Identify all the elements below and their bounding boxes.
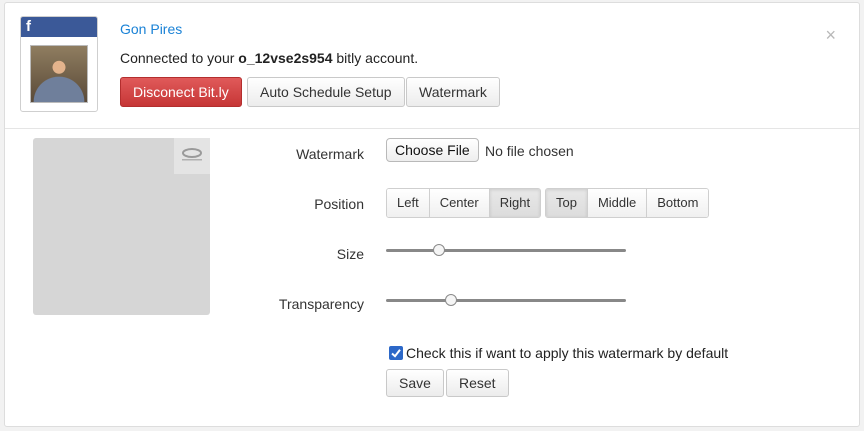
position-middle-button[interactable]: Middle [587, 189, 648, 217]
default-watermark-label: Check this if want to apply this waterma… [406, 345, 729, 361]
position-right-button[interactable]: Right [489, 189, 541, 217]
transparency-slider[interactable] [386, 294, 626, 308]
checkmark-icon [391, 349, 401, 358]
watermark-logo-icon [182, 148, 202, 161]
watermark-label: Watermark [296, 146, 364, 162]
size-slider[interactable] [386, 244, 626, 258]
transparency-label: Transparency [278, 296, 364, 312]
transparency-slider-track [386, 299, 626, 302]
position-center-button[interactable]: Center [429, 189, 490, 217]
disconnect-button[interactable]: Disconect Bit.ly [120, 77, 242, 107]
watermark-tab-button[interactable]: Watermark [406, 77, 500, 107]
no-file-chosen: No file chosen [485, 143, 574, 159]
watermark-preview [33, 138, 210, 315]
vertical-position-group: Top Middle Bottom [545, 188, 710, 218]
facebook-f-icon: f [21, 17, 97, 37]
avatar [30, 45, 88, 103]
position-left-button[interactable]: Left [387, 189, 430, 217]
auto-schedule-setup-button[interactable]: Auto Schedule Setup [247, 77, 405, 107]
close-icon[interactable]: × [825, 25, 836, 46]
account-header: f Gon Pires Connected to your o_12vse2s9… [5, 3, 859, 129]
position-bottom-button[interactable]: Bottom [647, 189, 709, 217]
choose-file-button[interactable]: Choose File [386, 138, 479, 162]
position-top-button[interactable]: Top [546, 189, 588, 217]
size-slider-thumb[interactable] [432, 244, 445, 256]
watermark-preview-mark [174, 138, 210, 174]
connection-status: Connected to your o_12vse2s954 bitly acc… [120, 50, 419, 66]
default-watermark-checkbox[interactable] [389, 346, 403, 360]
size-label: Size [336, 246, 364, 262]
horizontal-position-group: Left Center Right [386, 188, 542, 218]
reset-button[interactable]: Reset [446, 369, 509, 397]
transparency-slider-thumb[interactable] [444, 294, 457, 306]
settings-panel: f Gon Pires Connected to your o_12vse2s9… [4, 2, 860, 427]
position-label: Position [314, 196, 364, 212]
save-button[interactable]: Save [386, 369, 444, 397]
account-id: o_12vse2s954 [238, 50, 333, 66]
size-slider-track [386, 249, 626, 252]
user-name-link[interactable]: Gon Pires [120, 21, 182, 37]
network-letter: f [26, 18, 31, 35]
avatar-card: f [20, 16, 98, 112]
